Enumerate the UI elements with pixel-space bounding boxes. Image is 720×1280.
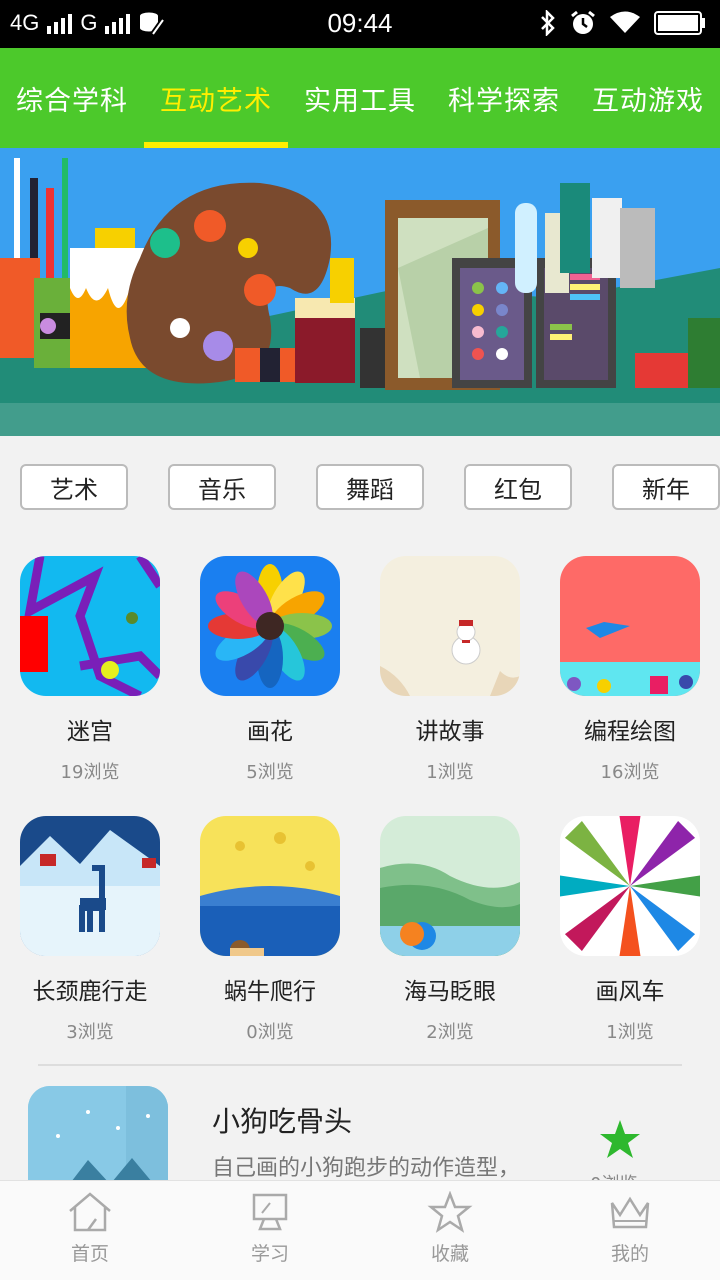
nav-study[interactable]: 学习: [180, 1181, 360, 1280]
home-icon: [69, 1192, 111, 1232]
app-views: 5浏览: [246, 762, 294, 783]
nav-study-label: 学习: [250, 1243, 289, 1265]
flower-icon: [200, 556, 340, 696]
app-maze[interactable]: 迷宫 19浏览: [0, 556, 180, 784]
battery-icon: [654, 11, 705, 35]
app-views: 1浏览: [426, 762, 474, 783]
seahorse-icon: [380, 816, 520, 956]
app-views: 16浏览: [600, 762, 660, 783]
featured-title: 小狗吃骨头: [212, 1105, 353, 1138]
app-name: 迷宫: [67, 719, 113, 745]
app-views: 1浏览: [606, 1022, 654, 1043]
status-icons: [540, 10, 706, 36]
chip-art[interactable]: 艺术: [20, 464, 128, 510]
nav-home-label: 首页: [70, 1243, 109, 1265]
tab-practical-tools[interactable]: 实用工具: [288, 48, 432, 148]
star-icon: [427, 1190, 473, 1233]
category-tab-bar: 综合学科 互动艺术 实用工具 科学探索 互动游戏: [0, 48, 720, 148]
status-bar: 4G G 09:44: [0, 0, 720, 48]
app-seahorse-blink[interactable]: 海马眨眼 2浏览: [360, 816, 540, 1044]
bottom-navigation: 首页 学习 收藏 我的: [0, 1180, 720, 1280]
chip-music[interactable]: 音乐: [168, 464, 276, 510]
nav-favorites-label: 收藏: [430, 1243, 469, 1265]
maze-icon: [20, 556, 160, 696]
app-code-draw[interactable]: 编程绘图 16浏览: [540, 556, 720, 784]
nav-mine[interactable]: 我的: [540, 1181, 720, 1280]
snail-icon: [200, 816, 340, 956]
chip-new-year[interactable]: 新年: [612, 464, 720, 510]
tab-comprehensive[interactable]: 综合学科: [0, 48, 144, 148]
app-views: 0浏览: [246, 1022, 294, 1043]
chip-red-envelope[interactable]: 红包: [464, 464, 572, 510]
tab-science[interactable]: 科学探索: [432, 48, 576, 148]
nav-favorites[interactable]: 收藏: [360, 1181, 540, 1280]
bluetooth-icon: [541, 10, 555, 36]
app-views: 3浏览: [66, 1022, 114, 1043]
chip-dance[interactable]: 舞蹈: [316, 464, 424, 510]
app-name: 编程绘图: [584, 719, 676, 745]
app-snail-crawl[interactable]: 蜗牛爬行 0浏览: [180, 816, 360, 1044]
snowman-icon: [380, 556, 520, 696]
app-name: 画风车: [595, 979, 665, 1005]
app-name: 讲故事: [415, 719, 485, 745]
featured-description: 自己画的小狗跑步的动作造型，: [212, 1156, 521, 1181]
art-supplies-illustration: [0, 148, 720, 436]
crown-icon: [610, 1196, 650, 1229]
tab-interactive-art[interactable]: 互动艺术: [144, 48, 288, 148]
monitor-icon: [252, 1193, 288, 1231]
windmill-icon: [560, 816, 700, 956]
app-name: 画花: [247, 719, 293, 745]
app-name: 长颈鹿行走: [32, 979, 148, 1005]
tab-interactive-games[interactable]: 互动游戏: [576, 48, 720, 148]
nav-mine-label: 我的: [610, 1243, 649, 1265]
app-name: 海马眨眼: [404, 979, 496, 1005]
app-windmill[interactable]: 画风车 1浏览: [540, 816, 720, 1044]
app-views: 19浏览: [60, 762, 120, 783]
app-views: 2浏览: [426, 1022, 474, 1043]
app-storytelling[interactable]: 讲故事 1浏览: [360, 556, 540, 784]
featured-item[interactable]: 小狗吃骨头 自己画的小狗跑步的动作造型， 0浏览: [0, 1086, 720, 1226]
wifi-icon: [610, 11, 640, 33]
code-draw-icon: [560, 556, 700, 696]
section-divider: [38, 1064, 682, 1066]
alarm-icon: [571, 10, 595, 34]
nav-home[interactable]: 首页: [0, 1181, 180, 1280]
favorite-star-icon[interactable]: [598, 1118, 642, 1160]
app-giraffe-walk[interactable]: 长颈鹿行走 3浏览: [0, 816, 180, 1044]
art-banner[interactable]: [0, 148, 720, 436]
tag-chip-row: 艺术 音乐 舞蹈 红包 新年: [0, 436, 720, 536]
app-draw-flower[interactable]: 画花 5浏览: [180, 556, 360, 784]
giraffe-icon: [20, 816, 160, 956]
app-name: 蜗牛爬行: [224, 979, 316, 1005]
